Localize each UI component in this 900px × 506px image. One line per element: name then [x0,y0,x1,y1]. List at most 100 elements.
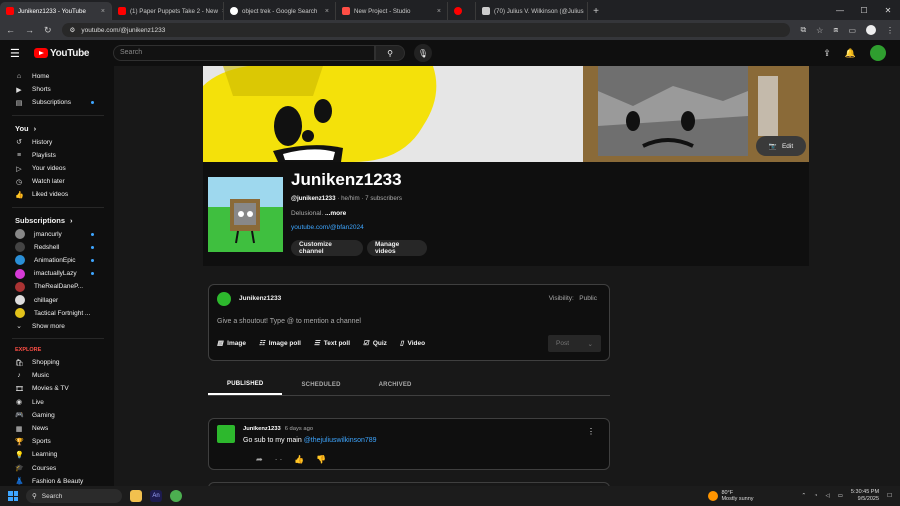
dislike-icon[interactable]: 👎 [316,455,326,464]
youtube-logo[interactable]: YouTube [34,48,90,59]
install-icon[interactable]: ⧉ [800,25,806,35]
site-info-icon[interactable]: ⚙ [70,26,76,34]
more-link[interactable]: ...more [325,210,346,217]
close-icon[interactable]: × [325,8,329,15]
sidebar-sub-item[interactable]: imactuallyLazy [0,267,114,280]
extensions-icon[interactable]: ⧈ [833,25,838,35]
image-button[interactable]: ▨ Image [217,339,246,348]
battery-icon[interactable]: ▭ [838,493,843,499]
sidebar-item-shorts[interactable]: ▶ Shorts [0,83,114,96]
weather-widget[interactable]: 80°F Mostly sunny [708,490,754,502]
share-icon[interactable]: ➦ [256,455,263,464]
post-mention-link[interactable]: @thejuliuswilkinson789 [304,437,377,444]
post-button[interactable]: Post ⌄ [548,335,601,352]
sidebar-show-more[interactable]: ⌄ Show more [0,320,114,333]
browser-tab-4[interactable]: New Project - Studio × [336,2,448,20]
minimize-icon[interactable]: — [828,0,852,20]
channel-external-link[interactable]: youtube.com/@bfan2024 [291,224,364,231]
file-explorer-icon[interactable] [130,490,142,502]
sidebar-sub-item[interactable]: chillager [0,293,114,306]
sidebar-item-courses[interactable]: 🎓 Courses [0,462,114,475]
sidebar-item-live[interactable]: ◉ Live [0,396,114,409]
browser-tab-3[interactable]: object trek - Google Search × [224,2,336,20]
sidebar-sub-item[interactable]: TheRealDaneP... [0,280,114,293]
sidebar-sub-item[interactable]: AnimationEpic [0,254,114,267]
chevron-down-icon[interactable]: ⌄ [588,340,593,348]
sidebar-sub-item[interactable]: Tactical Fortnight ... [0,307,114,320]
back-icon[interactable]: ← [6,25,15,35]
like-icon[interactable]: 👍 [294,455,304,464]
profile-icon[interactable] [866,25,876,35]
taskbar-search[interactable]: ⚲ Search [26,489,122,503]
animate-app-icon[interactable]: An [150,490,162,502]
more-dots-icon[interactable]: · · [275,455,283,464]
customize-channel-button[interactable]: Customize channel [291,240,363,256]
forward-icon[interactable]: → [25,25,34,35]
reload-icon[interactable]: ↻ [44,25,52,36]
chevron-up-icon[interactable]: ⌃ [802,493,807,499]
browser-tab-2[interactable]: (1) Paper Puppets Take 2 - New× [112,2,224,20]
notifications-bell-icon[interactable]: 🔔 [845,48,856,59]
sidebar-item-learning[interactable]: 💡 Learning [0,448,114,461]
sidebar-item-music[interactable]: ♪ Music [0,369,114,382]
sidebar-item-liked-videos[interactable]: 👍 Liked videos [0,188,114,201]
upload-icon[interactable]: ⇪ [823,48,831,59]
clock[interactable]: 5:30:45 PM 9/5/2025 [851,489,879,503]
sidebar-item-watch-later[interactable]: ◷ Watch later [0,175,114,188]
sidebar-item-fashion[interactable]: 👗 Fashion & Beauty [0,475,114,486]
video-button[interactable]: ▯ Video [400,339,425,348]
chrome-icon[interactable] [170,490,182,502]
maximize-icon[interactable]: ☐ [852,0,876,20]
post-author-avatar[interactable] [217,425,235,443]
sidebar-item-movies[interactable]: 🎞 Movies & TV [0,382,114,395]
tab-published[interactable]: PUBLISHED [208,374,283,395]
tab-archived[interactable]: ARCHIVED [360,374,431,395]
browser-tab-5[interactable] [448,2,476,20]
sidebar-item-sports[interactable]: 🏆 Sports [0,435,114,448]
tab-scheduled[interactable]: SCHEDULED [282,374,359,395]
address-bar[interactable]: ⚙ youtube.com/@junikenz1233 [61,23,791,37]
text-poll-button[interactable]: ☰ Text poll [314,339,350,348]
windows-start-icon[interactable] [8,491,18,501]
sidebar-item-subscriptions[interactable]: ▤ Subscriptions [0,96,114,109]
close-window-icon[interactable]: ✕ [876,0,900,20]
browser-tab-1[interactable]: Junikenz1233 - YouTube × [0,2,112,20]
post-time[interactable]: 6 days ago [285,426,313,432]
channel-description[interactable]: Delusional. ...more [291,210,346,217]
sidebar-item-news[interactable]: ▦ News [0,422,114,435]
post-text-input[interactable]: Give a shoutout! Type @ to mention a cha… [217,318,361,325]
volume-icon[interactable]: ◁ [825,493,829,499]
new-tab-button[interactable]: + [588,2,604,20]
hamburger-menu-icon[interactable]: ☰ [10,47,30,60]
sidebar-sub-item[interactable]: Redshell [0,241,114,254]
voice-search-button[interactable]: 🎙 [414,44,432,62]
bookmark-star-icon[interactable]: ☆ [816,26,823,35]
wifi-icon[interactable]: ◔ [814,493,817,499]
sidebar-item-history[interactable]: ↺ History [0,136,114,149]
browser-tab-6[interactable]: (70) Julius V. Wilkinson (@Julius× [476,2,588,20]
close-icon[interactable]: × [101,8,105,15]
sidebar-item-home[interactable]: ⌂ Home [0,70,114,83]
sidepanel-icon[interactable]: ▭ [848,26,856,35]
menu-dots-icon[interactable]: ⋮ [886,26,894,35]
sidebar-item-gaming[interactable]: 🎮 Gaming [0,409,114,422]
channel-avatar[interactable] [208,177,283,252]
close-icon[interactable]: × [437,8,441,15]
edit-banner-button[interactable]: 📷 Edit [756,136,806,156]
sidebar-sub-item[interactable]: jmancurly [0,228,114,241]
sidebar-section-subscriptions[interactable]: Subscriptions › [0,213,114,228]
sidebar-item-playlists[interactable]: ≡ Playlists [0,149,114,162]
quiz-button[interactable]: ☑ Quiz [363,339,387,348]
sidebar-item-shopping[interactable]: 🛍 Shopping [0,356,114,369]
account-avatar[interactable] [870,45,886,61]
search-button[interactable]: ⚲ [375,45,405,61]
post-author[interactable]: Junikenz1233 [243,426,281,432]
post-menu-icon[interactable]: ⋮ [587,427,595,436]
image-poll-button[interactable]: ☷ Image poll [259,339,301,348]
sidebar-item-your-videos[interactable]: ▷ Your videos [0,162,114,175]
notifications-icon[interactable]: ☐ [887,493,892,499]
sidebar-section-you[interactable]: You › [0,121,114,136]
visibility-selector[interactable]: Visibility: Public [549,295,597,302]
manage-videos-button[interactable]: Manage videos [367,240,427,256]
search-input[interactable]: Search [113,45,375,61]
